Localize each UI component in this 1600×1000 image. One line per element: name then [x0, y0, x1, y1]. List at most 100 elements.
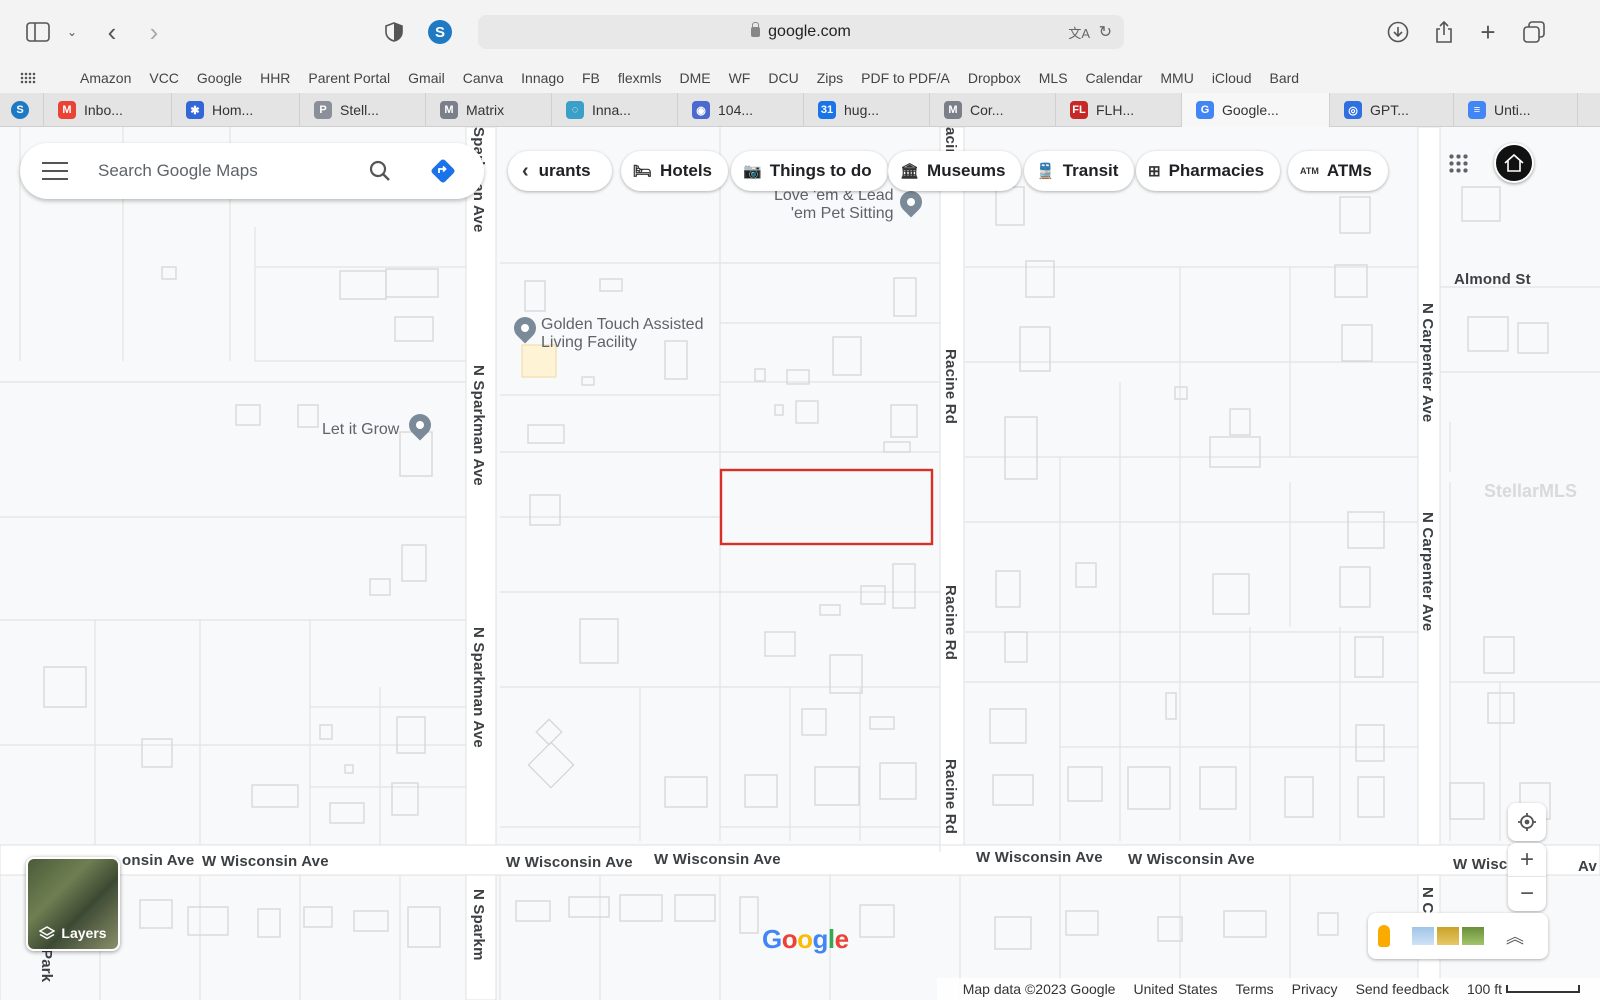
- bookmark-item[interactable]: Calendar: [1086, 70, 1143, 86]
- imagery-thumbnail[interactable]: [1437, 927, 1459, 945]
- reload-icon[interactable]: ↻: [1099, 22, 1112, 42]
- bookmark-item[interactable]: WF: [729, 70, 751, 86]
- forward-icon[interactable]: ›: [140, 17, 168, 47]
- bookmark-item[interactable]: DME: [679, 70, 710, 86]
- chip-museums[interactable]: 🏛 Museums: [888, 151, 1022, 191]
- country-link[interactable]: United States: [1133, 981, 1217, 997]
- gmail-icon: M: [58, 101, 76, 119]
- bookmark-item[interactable]: HHR: [260, 70, 290, 86]
- bookmark-item[interactable]: Gmail: [408, 70, 445, 86]
- tab-item[interactable]: ◎ GPT...: [1330, 93, 1454, 127]
- tab-item[interactable]: FL FLH...: [1056, 93, 1182, 127]
- street-label-wisconsin: W Wisconsin Ave: [202, 853, 329, 870]
- send-feedback-link[interactable]: Send feedback: [1356, 981, 1449, 997]
- zoom-out-button[interactable]: −: [1508, 877, 1546, 911]
- privacy-link[interactable]: Privacy: [1292, 981, 1338, 997]
- translate-icon[interactable]: 文A: [1068, 23, 1090, 42]
- street-label-sparkman: N Sparkman Ave: [470, 627, 487, 748]
- back-icon[interactable]: ‹: [98, 17, 126, 47]
- pegman-icon[interactable]: [1378, 925, 1390, 947]
- map-data-attribution: Map data ©2023 Google: [962, 981, 1116, 997]
- apps-grid-icon[interactable]: [20, 72, 36, 84]
- bookmark-item[interactable]: VCC: [149, 70, 179, 86]
- tab-item[interactable]: ≡ Unti...: [1454, 93, 1578, 127]
- tab-item[interactable]: M Inbo...: [44, 93, 172, 127]
- directions-icon[interactable]: [430, 158, 456, 184]
- scale-label[interactable]: 100 ft: [1467, 981, 1502, 997]
- bookmark-item[interactable]: Bard: [1270, 70, 1300, 86]
- tab-label: Inna...: [592, 102, 631, 118]
- chip-label: Pharmacies: [1168, 161, 1265, 180]
- new-tab-icon[interactable]: +: [1474, 17, 1502, 47]
- tab-item[interactable]: ✱ Hom...: [172, 93, 300, 127]
- chip-label: Things to do: [769, 161, 872, 180]
- bookmark-item[interactable]: Dropbox: [968, 70, 1021, 86]
- expand-icon[interactable]: ︽: [1506, 923, 1524, 949]
- street-label-carpenter: N Carpenter Ave: [1419, 303, 1436, 423]
- google-apps-grid-icon[interactable]: [1448, 153, 1468, 173]
- bookmark-item[interactable]: Zips: [817, 70, 843, 86]
- tab-item[interactable]: ◉ 104...: [678, 93, 804, 127]
- bookmark-item[interactable]: iCloud: [1212, 70, 1252, 86]
- zoom-in-button[interactable]: +: [1508, 843, 1546, 877]
- layers-button[interactable]: Layers: [26, 857, 120, 951]
- pharmacy-icon: ⊞: [1148, 163, 1161, 180]
- hotel-icon: 🛏: [633, 163, 653, 180]
- stellar-icon: P: [314, 101, 332, 119]
- chip-hotels[interactable]: 🛏 Hotels: [621, 151, 729, 191]
- tab-item[interactable]: ◌ Inna...: [552, 93, 678, 127]
- tab-item[interactable]: M Matrix: [426, 93, 552, 127]
- search-input[interactable]: Search Google Maps: [98, 161, 368, 181]
- tab-overview-icon[interactable]: [1520, 18, 1548, 46]
- house-icon: [1504, 153, 1524, 172]
- terms-link[interactable]: Terms: [1236, 981, 1274, 997]
- bookmark-item[interactable]: PDF to PDF/A: [861, 70, 950, 86]
- bookmark-item[interactable]: flexmls: [618, 70, 662, 86]
- bookmark-item[interactable]: FB: [582, 70, 600, 86]
- bookmark-item[interactable]: Amazon: [80, 70, 131, 86]
- chip-pharmacies[interactable]: ⊞ Pharmacies: [1136, 151, 1281, 191]
- my-location-button[interactable]: [1508, 803, 1546, 841]
- street-label-sparkman: N Sparkman Ave: [470, 365, 487, 486]
- tab-item[interactable]: 31 hug...: [804, 93, 930, 127]
- bookmark-item[interactable]: DCU: [768, 70, 798, 86]
- imagery-thumbnail[interactable]: [1462, 927, 1484, 945]
- chip-scroll-back-button[interactable]: ‹ urants: [508, 151, 612, 191]
- chevron-down-icon[interactable]: ⌄: [58, 18, 86, 46]
- bookmark-item[interactable]: Canva: [463, 70, 503, 86]
- search-box: Search Google Maps: [20, 143, 484, 199]
- poi-label-let-it-grow[interactable]: Let it Grow: [322, 421, 399, 439]
- matrix-icon: M: [944, 101, 962, 119]
- camera-icon: 📷: [743, 163, 762, 180]
- chip-atms[interactable]: ATM ATMs: [1288, 151, 1388, 191]
- bookmark-item[interactable]: MLS: [1039, 70, 1068, 86]
- tab-item[interactable]: G Google...: [1182, 93, 1330, 127]
- extension-s-icon[interactable]: S: [426, 18, 454, 46]
- poi-label-pet-sitting[interactable]: Love 'em & Lead 'em Pet Sitting: [774, 187, 894, 223]
- share-icon[interactable]: [1430, 18, 1458, 46]
- tab-label: Unti...: [1494, 102, 1531, 118]
- chip-transit[interactable]: 🚆 Transit: [1024, 151, 1135, 191]
- tab-item[interactable]: M Cor...: [930, 93, 1056, 127]
- street-label-wisconsin: Av: [1578, 858, 1598, 875]
- download-icon[interactable]: [1384, 18, 1412, 46]
- map-canvas[interactable]: Sparkman Ave N Sparkman Ave N Sparkman A…: [0, 127, 1600, 1000]
- chip-things-to-do[interactable]: 📷 Things to do: [731, 151, 888, 191]
- building-footprints: [43, 186, 1551, 950]
- bookmark-item[interactable]: Parent Portal: [308, 70, 390, 86]
- tab-item[interactable]: P Stell...: [300, 93, 426, 127]
- tab-pinned[interactable]: S: [0, 93, 44, 127]
- imagery-thumbnail[interactable]: [1412, 927, 1434, 945]
- bookmark-item[interactable]: MMU: [1160, 70, 1193, 86]
- address-bar[interactable]: google.com 文A ↻: [478, 15, 1124, 49]
- crosshair-icon: [1518, 813, 1536, 831]
- shield-icon[interactable]: [380, 18, 408, 46]
- hamburger-menu-icon[interactable]: [42, 162, 68, 180]
- account-avatar[interactable]: [1494, 143, 1534, 183]
- bookmark-item[interactable]: Google: [197, 70, 242, 86]
- search-icon[interactable]: [368, 159, 392, 183]
- sidebar-toggle-icon[interactable]: [24, 18, 52, 46]
- bookmark-item[interactable]: Innago: [521, 70, 564, 86]
- tab-label: hug...: [844, 102, 880, 118]
- poi-label-assisted-living[interactable]: Golden Touch Assisted Living Facility: [541, 316, 703, 352]
